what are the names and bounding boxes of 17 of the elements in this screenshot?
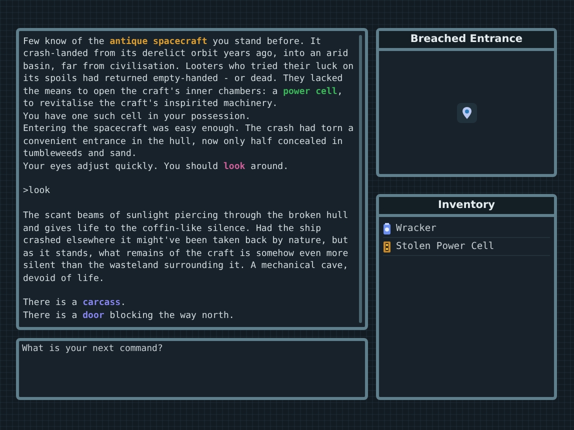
story-text: There is a door blocking the way north.	[23, 310, 236, 322]
inventory-item[interactable]: Wracker	[396, 223, 436, 234]
battery-icon	[383, 240, 391, 252]
story-text: The scant beams of sunlight piercing through the broken hull and gives life to the coffin-like silence. Had the ship crashed elsewhere it might've been taken back by nature, but as it stands, what remains of the craft is somehow even more silent than the wasteland surrounding it. A mechanical cave, devoid of life.	[23, 210, 350, 286]
inventory-title: Inventory	[379, 197, 554, 217]
canister-icon	[383, 222, 391, 234]
story-text: There is a carcass.	[23, 297, 127, 310]
story-text: >look	[23, 185, 52, 198]
location-pin-icon	[456, 102, 476, 122]
story-text: Entering the spacecraft was easy enough. The crash had torn a convenient entrance in the hull, now only half concealed in tumbleweeds and sand.	[23, 123, 355, 161]
map-title: Breached Entrance	[379, 31, 554, 51]
inventory-item[interactable]: Stolen Power Cell	[396, 241, 494, 252]
story-text: Few know of the antique spacecraft you stand before. It crash-landed from its derelict orbit years ago, into an arid basin, far from civilisation. Looters who tried their luck on its spoils had returned empty-handed - or dead. They lacked the means to open the craft's inner chambers: a power cell, to revitalise the craft's inspirited machinery.	[23, 36, 355, 111]
scrollbar[interactable]	[359, 35, 362, 323]
story-text: Your eyes adjust quickly. You should look around.	[23, 160, 290, 173]
story-text: You have one such cell in your possession.	[23, 110, 252, 124]
command-field[interactable]: What is your next command?	[16, 338, 368, 400]
